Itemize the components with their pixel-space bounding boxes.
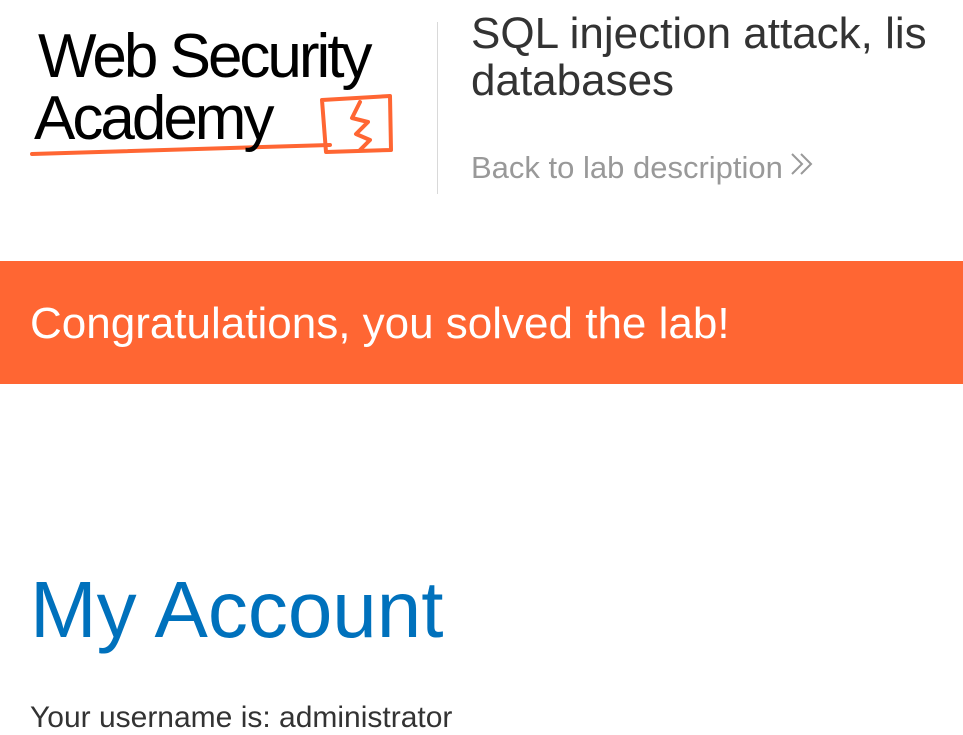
lab-solved-banner: Congratulations, you solved the lab! xyxy=(0,261,963,384)
username-text: Your username is: administrator xyxy=(30,701,453,734)
logo-text-line2: Academy xyxy=(34,84,274,153)
header-divider xyxy=(437,22,438,194)
back-to-lab-description-link[interactable]: Back to lab description xyxy=(471,150,815,186)
lab-title-line2: databases xyxy=(471,56,675,104)
academy-logo[interactable]: Web Security Academy xyxy=(30,18,430,168)
lab-title-line1: SQL injection attack, lis xyxy=(471,10,927,58)
page-header: Web Security Academy SQL injection attac… xyxy=(0,0,963,261)
page-title: My Account xyxy=(30,565,444,654)
banner-message: Congratulations, you solved the lab! xyxy=(30,299,730,348)
back-link-label: Back to lab description xyxy=(471,150,783,185)
lab-title: SQL injection attack, lis databases xyxy=(471,10,963,104)
logo-text-line1: Web Security xyxy=(38,22,373,91)
double-chevron-right-icon xyxy=(789,150,815,186)
